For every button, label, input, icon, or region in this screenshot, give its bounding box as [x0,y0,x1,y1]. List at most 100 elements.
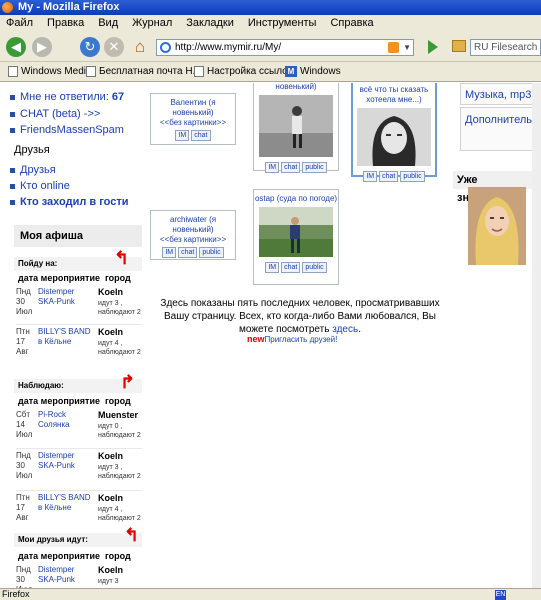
chat-button[interactable]: chat [178,247,198,258]
event-link[interactable]: Distemper SKA-Punk [38,287,94,307]
visitor-name[interactable]: Валентин (я новенький) [151,98,235,118]
sidebar-item-label: Кто online [20,180,70,192]
bookmark-link-settings[interactable]: Настройка ссылок [194,62,292,82]
public-button[interactable]: public [199,247,224,258]
col-city: город [105,551,131,561]
menu-tools[interactable]: Инструменты [248,17,317,29]
go-icon[interactable] [428,40,438,54]
event-city: Koeln [98,493,124,503]
col-headers: дата мероприятие город [18,551,131,561]
col-date: дата [18,396,39,406]
home-icon[interactable]: ⌂ [130,37,150,57]
event-link[interactable]: BILLY'S BAND в Кёльне [38,327,94,347]
im-button[interactable]: IM [363,171,378,182]
visitor-actions: IM chat public [264,262,327,273]
chat-button[interactable]: chat [379,171,399,182]
rss-icon[interactable] [388,42,399,53]
sidebar-item-friendsspam[interactable]: FriendsMassenSpam [10,124,124,136]
invite-friends[interactable]: newПригласить друзей! [247,334,337,344]
sidebar-item-online[interactable]: Кто online [10,180,70,192]
bookmark-label: Windows [300,66,341,77]
reload-icon[interactable]: ↻ [80,37,100,57]
window-titlebar: My - Mozilla Firefox [0,0,541,15]
im-button[interactable]: IM [162,247,177,258]
bookmark-windows[interactable]: M Windows [285,62,341,82]
stop-icon[interactable]: ✕ [104,37,124,57]
public-button[interactable]: public [302,262,327,273]
menu-file[interactable]: Файл [6,17,33,29]
event-date: Пнд 30 Июл [16,565,32,588]
message-text: Здесь показаны пять последних человек, п… [160,298,440,335]
im-button[interactable]: IM [265,162,280,173]
bookmark-label: Настройка ссылок [207,66,293,77]
sidebar-item-label: CHAT (beta) ->> [20,108,101,120]
menu-help[interactable]: Справка [330,17,373,29]
sidebar-item-chat[interactable]: CHAT (beta) ->> [9,108,101,120]
public-button[interactable]: public [302,162,327,173]
event-link[interactable]: Pi-Rock Солянка [38,410,94,430]
event-link[interactable]: BILLY'S BAND в Кёльне [38,493,94,513]
no-picture-label[interactable]: <<без картинки>> [151,235,235,245]
visitor-actions: IM chat public [362,171,425,182]
sidebar-item-unanswered[interactable]: Мне не ответили: 67 [9,91,124,103]
divider [16,490,142,491]
sidebar-item-label: FriendsMassenSpam [20,124,124,136]
menu-view[interactable]: Вид [98,17,118,29]
divider [16,448,142,449]
status-bar: Firefox EN [0,588,541,600]
event-link[interactable]: Distemper SKA-Punk [38,451,94,471]
search-input[interactable]: RU Filesearch [470,39,541,56]
folder-icon[interactable] [452,40,466,52]
im-button[interactable]: IM [265,262,280,273]
red-arrow-annotation: ↱ [120,372,136,392]
event-city: Koeln [98,565,124,575]
sidebar-item-label: Мне не ответили: [20,91,112,103]
visitor-name[interactable]: archiwater (я новенький) [151,215,235,235]
visitor-card: новенький) IM chat public [253,83,339,173]
sidebar-item-friends[interactable]: Друзья [10,164,56,176]
back-arrow-icon[interactable]: ◀ [6,37,26,57]
bookmark-windows-media[interactable]: Windows Media [8,62,92,82]
visitor-photo[interactable] [259,95,333,160]
menu-history[interactable]: Журнал [132,17,172,29]
friends-going-heading: Мои друзья идут: [14,533,142,547]
page-icon [194,65,204,77]
firefox-icon [2,2,13,13]
menu-edit[interactable]: Правка [47,17,84,29]
sidebar-item-visitors[interactable]: Кто заходил в гости [9,196,128,208]
language-indicator[interactable]: EN [495,590,506,600]
red-arrow-annotation: ↰ [124,525,140,545]
chat-button[interactable]: chat [281,162,301,173]
page-scrollbar[interactable] [532,83,541,588]
visitor-photo[interactable] [357,108,431,169]
col-event: мероприятие [40,551,100,561]
col-city: город [105,273,131,283]
invite-link[interactable]: Пригласить друзей! [265,335,338,344]
forward-arrow-icon[interactable]: ▶ [32,37,52,57]
visitor-name[interactable]: ostap (суда по погоде) [254,194,338,204]
event-date: Птн 17 Авг [16,493,30,522]
visitor-photo[interactable] [259,207,333,260]
event-link[interactable]: Distemper SKA-Punk [38,565,94,585]
col-event: мероприятие [40,273,100,283]
suggested-person-photo[interactable] [468,187,526,268]
bookmark-free-mail[interactable]: Бесплатная почта Н... [86,62,201,82]
chat-button[interactable]: chat [191,130,211,141]
im-button[interactable]: IM [175,130,190,141]
menu-bookmarks[interactable]: Закладки [186,17,234,29]
col-headers: дата мероприятие город [18,396,131,406]
visitor-name[interactable]: новенький) [254,83,338,92]
no-picture-label[interactable]: <<без картинки>> [151,118,235,128]
page-icon [86,65,96,77]
address-bar[interactable]: http://www.mymir.ru/My/ ▼ [156,39,414,56]
chevron-down-icon[interactable]: ▼ [403,40,411,55]
navigation-toolbar: ◀ ▶ ↻ ✕ ⌂ http://www.mymir.ru/My/ ▼ RU Fi… [0,32,541,62]
sidebar-item-music[interactable]: Музыка, mp3 [460,83,541,105]
additional-link[interactable]: Дополнительно [465,114,541,126]
chat-button[interactable]: chat [281,262,301,273]
music-link[interactable]: Музыка, mp3 [465,89,531,101]
event-stats: идут 3 , наблюдают 2 [98,300,141,316]
sidebar-item-additional[interactable]: Дополнительно [460,107,541,151]
visitor-name[interactable]: всё что ты сказать хотеела мне...) [353,83,435,105]
public-button[interactable]: public [400,171,425,182]
